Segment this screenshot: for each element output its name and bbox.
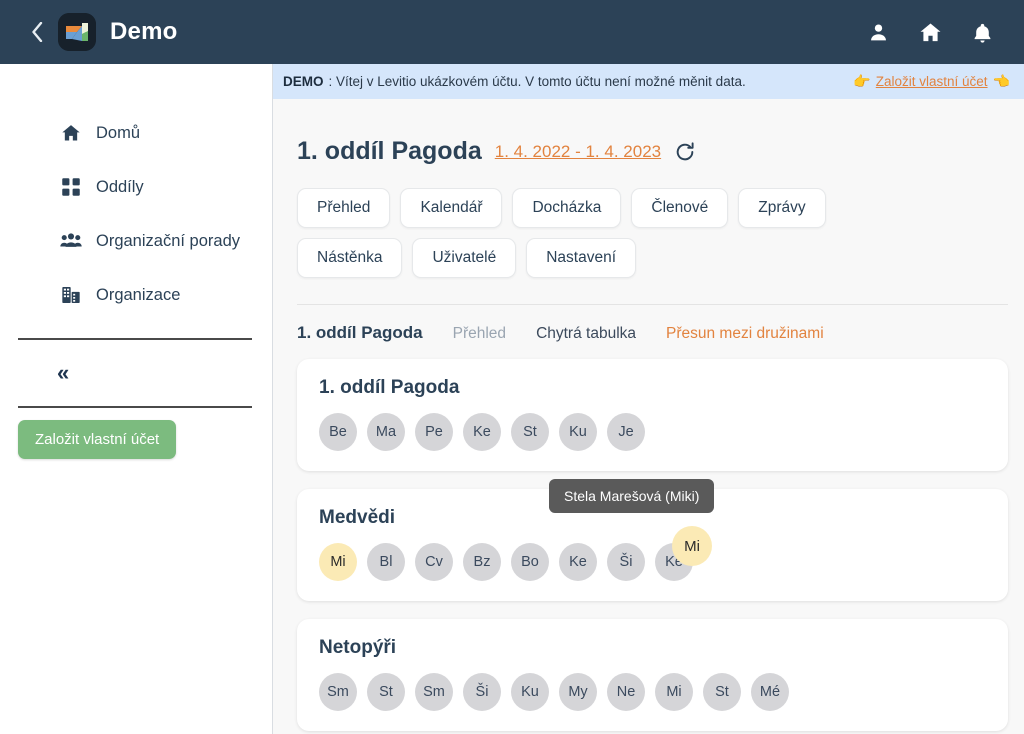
avatar[interactable]: Sm	[415, 673, 453, 711]
content-scroll: 1. oddíl Pagoda 1. 4. 2022 - 1. 4. 2023 …	[273, 99, 1024, 734]
avatar[interactable]: Sm	[319, 673, 357, 711]
avatar[interactable]: Cv	[415, 543, 453, 581]
tab-zpravy[interactable]: Zprávy	[738, 188, 825, 228]
subnav-item-presun-mezi-druzinami[interactable]: Přesun mezi družinami	[666, 325, 824, 343]
avatar[interactable]: Ši	[607, 543, 645, 581]
page-header: 1. oddíl Pagoda 1. 4. 2022 - 1. 4. 2023	[297, 137, 1008, 166]
tab-nastenka[interactable]: Nástěnka	[297, 238, 402, 278]
page-title: 1. oddíl Pagoda	[297, 137, 482, 166]
sidebar-divider-bottom	[18, 406, 252, 408]
app-root: Demo	[0, 0, 1024, 734]
avatar[interactable]: Bl	[367, 543, 405, 581]
refresh-icon[interactable]	[674, 141, 696, 163]
home-icon	[60, 122, 82, 144]
demo-banner: DEMO : Vítej v Levitio ukázkovém účtu. V …	[273, 64, 1024, 99]
bell-icon[interactable]	[970, 19, 994, 45]
avatar[interactable]: Ma	[367, 413, 405, 451]
avatar[interactable]: Ku	[559, 413, 597, 451]
group-members: Be Ma Pe Ke St Ku Je	[319, 413, 986, 451]
home-icon[interactable]	[918, 19, 942, 45]
user-icon[interactable]	[866, 19, 890, 45]
avatar[interactable]: Mi	[655, 673, 693, 711]
tab-dochazka[interactable]: Docházka	[512, 188, 621, 228]
group-members: Mi Bl Cv Bz Bo Ke Ši Ke	[319, 543, 986, 581]
avatar[interactable]: Mé	[751, 673, 789, 711]
sidebar-item-oddily[interactable]: Oddíly	[0, 160, 272, 214]
group-members: Sm St Sm Ši Ku My Ne Mi St Mé	[319, 673, 986, 711]
avatar-dragging-source[interactable]: Mi	[319, 543, 357, 581]
create-own-account-button[interactable]: Založit vlastní účet	[18, 420, 176, 459]
drag-tooltip: Stela Marešová (Miki)	[549, 479, 714, 513]
content-area: DEMO : Vítej v Levitio ukázkovém účtu. V …	[273, 64, 1024, 734]
tab-nastaveni[interactable]: Nastavení	[526, 238, 636, 278]
grid-icon	[60, 176, 82, 198]
avatar[interactable]: Ke	[559, 543, 597, 581]
avatar[interactable]: St	[511, 413, 549, 451]
avatar[interactable]: Be	[319, 413, 357, 451]
pointing-right-hand-icon: 👉	[853, 73, 870, 90]
back-button[interactable]	[26, 17, 48, 47]
avatar[interactable]: Ku	[511, 673, 549, 711]
demo-banner-text: : Vítej v Levitio ukázkovém účtu. V tomt…	[329, 74, 746, 89]
subnav-item-chytra-tabulka[interactable]: Chytrá tabulka	[536, 325, 636, 343]
app-title: Demo	[110, 18, 177, 46]
sidebar-item-label: Oddíly	[96, 178, 144, 197]
sidebar-item-label: Domů	[96, 124, 140, 143]
topbar-icons	[866, 19, 994, 45]
levitio-logo[interactable]	[58, 13, 96, 51]
avatar[interactable]: St	[703, 673, 741, 711]
sidebar-item-organizace[interactable]: Organizace	[0, 268, 272, 322]
sidebar: Domů Oddíly	[0, 64, 273, 734]
section-tabs: Přehled Kalendář Docházka Členové Zprávy…	[297, 188, 937, 278]
banner-create-account-link[interactable]: Založit vlastní účet	[876, 74, 988, 89]
group-title: Netopýři	[319, 637, 986, 659]
avatar[interactable]: My	[559, 673, 597, 711]
chevron-double-left-icon: «	[57, 360, 67, 386]
sidebar-collapse-button[interactable]: «	[0, 340, 272, 406]
tab-uzivatele[interactable]: Uživatelé	[412, 238, 516, 278]
building-icon	[60, 284, 82, 306]
tab-kalendar[interactable]: Kalendář	[400, 188, 502, 228]
group-card: 1. oddíl Pagoda Be Ma Pe Ke St Ku Je	[297, 359, 1008, 471]
top-bar: Demo	[0, 0, 1024, 64]
sidebar-item-label: Organizace	[96, 286, 180, 305]
avatar[interactable]: Ši	[463, 673, 501, 711]
avatar[interactable]: Je	[607, 413, 645, 451]
sidebar-item-label: Organizační porady	[96, 232, 240, 251]
avatar[interactable]: Ne	[607, 673, 645, 711]
date-range-link[interactable]: 1. 4. 2022 - 1. 4. 2023	[495, 142, 661, 162]
group-title: 1. oddíl Pagoda	[319, 377, 986, 399]
avatar[interactable]: St	[367, 673, 405, 711]
demo-banner-prefix: DEMO	[283, 74, 324, 89]
group-card: Netopýři Sm St Sm Ši Ku My Ne Mi St Mé	[297, 619, 1008, 731]
avatar[interactable]: Bz	[463, 543, 501, 581]
tab-prehled[interactable]: Přehled	[297, 188, 390, 228]
tab-clenove[interactable]: Členové	[631, 188, 728, 228]
pointing-left-hand-icon: 👈	[993, 73, 1010, 90]
subnav-title: 1. oddíl Pagoda	[297, 323, 423, 343]
avatar-drag-ghost[interactable]: Mi	[672, 526, 712, 566]
body-split: Domů Oddíly	[0, 64, 1024, 734]
avatar[interactable]: Bo	[511, 543, 549, 581]
sidebar-item-organizacni-porady[interactable]: Organizační porady	[0, 214, 272, 268]
people-group-icon	[60, 230, 82, 252]
avatar[interactable]: Ke	[463, 413, 501, 451]
avatar[interactable]: Pe	[415, 413, 453, 451]
subnav-item-prehled[interactable]: Přehled	[453, 325, 506, 343]
sub-navigation: 1. oddíl Pagoda Přehled Chytrá tabulka P…	[297, 305, 1008, 359]
sidebar-item-domu[interactable]: Domů	[0, 106, 272, 160]
